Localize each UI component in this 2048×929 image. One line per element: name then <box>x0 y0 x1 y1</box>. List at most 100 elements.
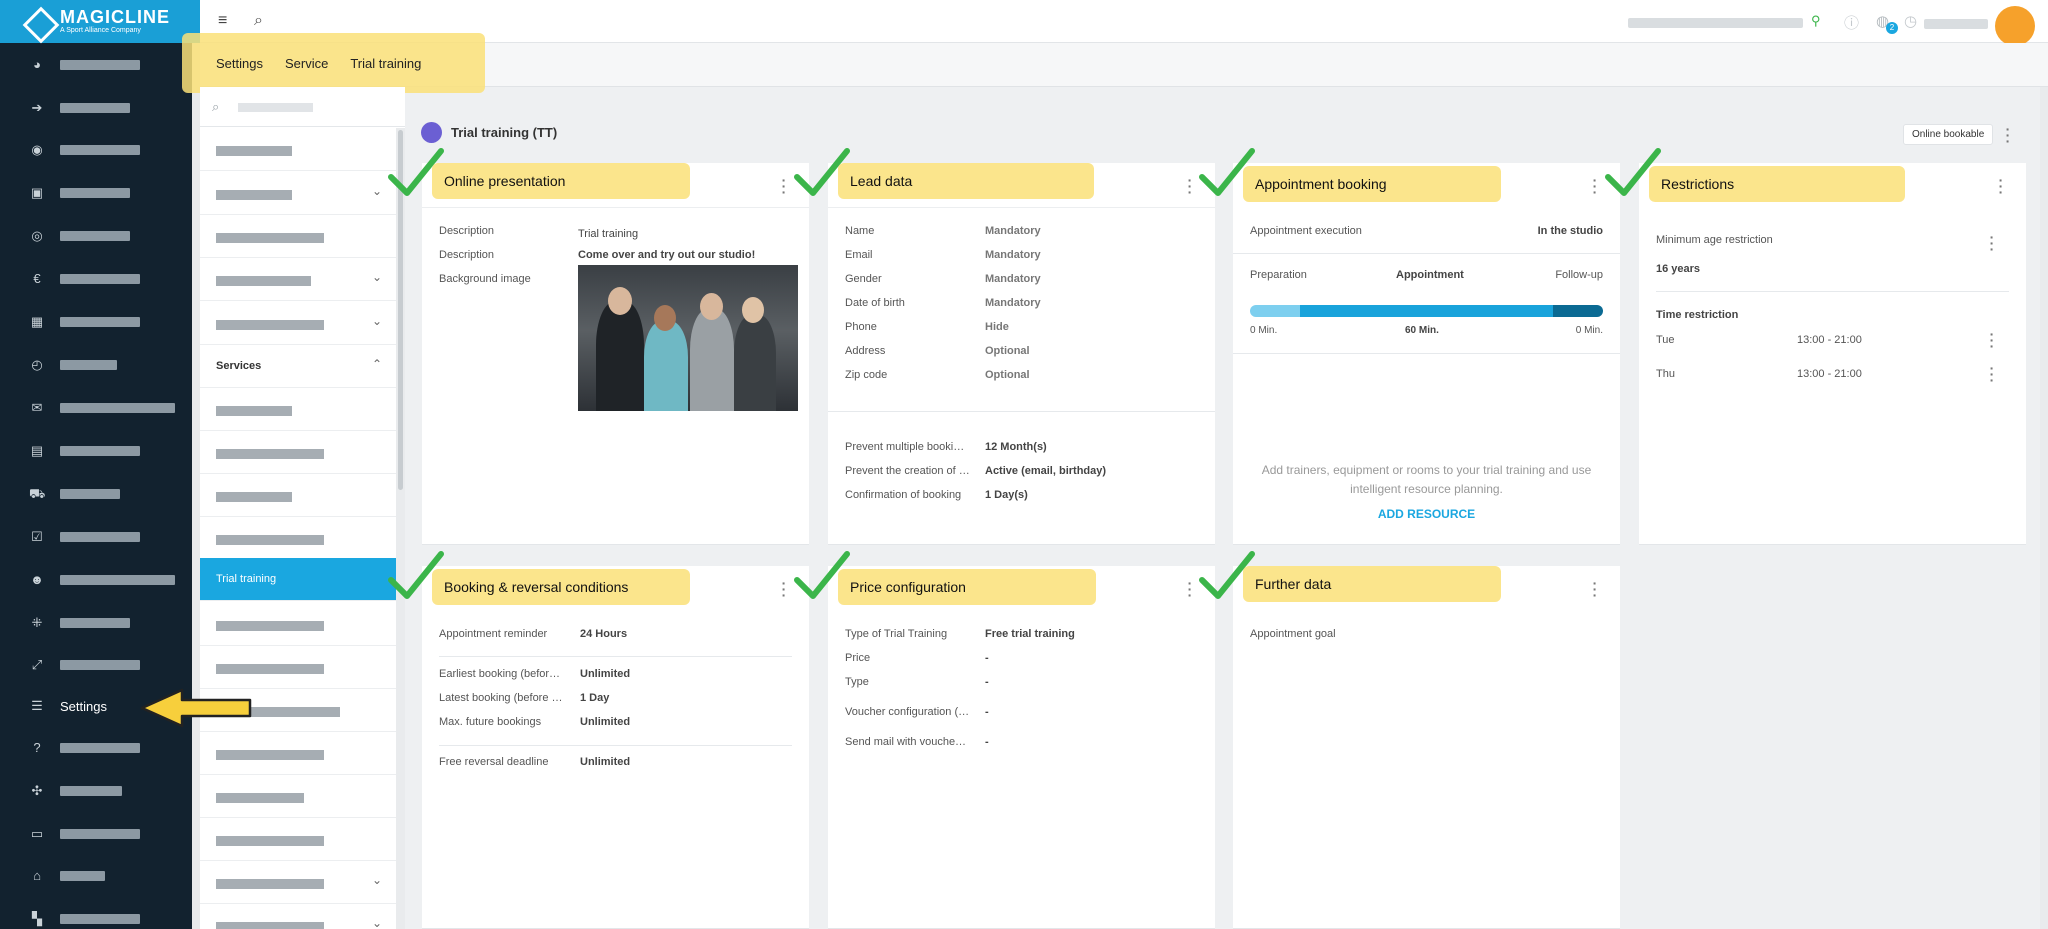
row-label: Background image <box>439 273 531 285</box>
sliders-icon: ☰ <box>31 698 43 713</box>
time-kebab-icon[interactable]: · · · <box>1989 361 1995 387</box>
row-value: - <box>985 652 989 664</box>
page-kebab-icon[interactable]: · · · <box>2005 122 2011 148</box>
trial-training-label: Trial training <box>216 573 277 585</box>
subnav-search[interactable]: ⌕ <box>200 87 405 127</box>
subnav-item[interactable] <box>200 603 396 646</box>
appointment-goal-label: Appointment goal <box>1250 628 1336 640</box>
row-label: Address <box>845 345 886 357</box>
nav-item-calendar[interactable]: ▦ <box>0 307 192 337</box>
subnav-item[interactable] <box>200 474 396 517</box>
subnav-section-services[interactable]: Services ⌃ <box>200 345 396 388</box>
phase-value-follow-up: 0 Min. <box>1575 325 1603 336</box>
chevron-down-icon[interactable]: ⌄ <box>372 873 382 887</box>
chevron-up-icon[interactable]: ⌃ <box>372 357 382 371</box>
nav-item-groups[interactable]: ☻ <box>0 565 192 595</box>
subnav-item[interactable] <box>200 732 396 775</box>
nav-item-tasks[interactable]: ☑ <box>0 522 192 552</box>
subnav-item[interactable] <box>200 775 396 818</box>
nav-item-messages[interactable]: ✉ <box>0 393 192 423</box>
nav-scrollbar[interactable] <box>192 43 200 929</box>
nav-item-contracts[interactable]: ▣ <box>0 178 192 208</box>
nav-item-finance[interactable]: € <box>0 264 192 294</box>
breadcrumb-item-service[interactable]: Service <box>285 56 328 71</box>
clock-icon[interactable]: ◷ <box>1904 12 1917 30</box>
nav-item-apps[interactable]: ⁜ <box>0 608 192 638</box>
subnav-item[interactable]: ⌄ <box>200 904 396 929</box>
services-section-label: Services <box>216 360 262 372</box>
chevron-down-icon[interactable]: ⌄ <box>372 184 382 198</box>
row-value: Active (email, birthday) <box>985 465 1107 477</box>
chevron-down-icon[interactable]: ⌄ <box>372 270 382 284</box>
card-kebab-icon[interactable]: · · · <box>1998 173 2004 199</box>
subnav-item[interactable]: ⌄ <box>200 861 396 904</box>
background-image[interactable] <box>578 265 798 411</box>
nav-item-timer[interactable]: ◴ <box>0 350 192 380</box>
nav-item-help[interactable]: ? <box>0 733 192 763</box>
subnav-item[interactable] <box>200 388 396 431</box>
row-value: - <box>985 676 989 688</box>
row-value: Unlimited <box>580 756 631 768</box>
card-kebab-icon[interactable]: · · · <box>1187 173 1193 199</box>
row-value: Unlimited <box>580 716 631 728</box>
row-label: Prevent multiple booki… <box>845 441 965 453</box>
subnav-item[interactable] <box>200 646 396 689</box>
nav-item-members[interactable]: ◉ <box>0 135 192 165</box>
card-kebab-icon[interactable]: · · · <box>781 576 787 602</box>
card-title: Appointment booking <box>1243 166 1501 202</box>
brand-logo[interactable]: MAGICLINE A Sport Alliance Company <box>0 0 200 43</box>
subnav-item[interactable] <box>200 128 396 171</box>
subnav-item[interactable]: ⌄ <box>200 258 396 301</box>
row-label: Voucher configuration (… <box>845 706 970 718</box>
nav-item-shop[interactable]: ⛟ <box>0 479 192 509</box>
card-kebab-icon[interactable]: · · · <box>1187 576 1193 602</box>
search-icon[interactable]: ⌕ <box>254 12 263 30</box>
row-label: Description <box>439 249 495 261</box>
card-online-presentation: Online presentation · · · Description Tria… <box>388 148 809 545</box>
nav-item-modules[interactable]: ▚ <box>0 904 192 929</box>
subnav-item[interactable]: ⌄ <box>200 172 396 215</box>
row-label: Latest booking (before … <box>439 692 563 704</box>
min-age-kebab-icon[interactable]: · · · <box>1989 230 1995 256</box>
subnav-item[interactable] <box>200 215 396 258</box>
subnav-item[interactable] <box>200 818 396 861</box>
breadcrumb-item-trial-training[interactable]: Trial training <box>350 56 421 71</box>
card-title: Further data <box>1243 566 1501 602</box>
add-resource-button[interactable]: ADD RESOURCE <box>1233 507 1620 521</box>
nav-item-integrations[interactable]: ⤢ <box>0 650 192 680</box>
nav-item-checkin[interactable]: ➔ <box>0 93 192 123</box>
card-kebab-icon[interactable]: · · · <box>781 173 787 199</box>
row-label: Send mail with vouche… <box>845 736 967 748</box>
card-kebab-icon[interactable]: · · · <box>1592 576 1598 602</box>
checkin-icon: ➔ <box>31 100 43 115</box>
help-box-icon: ? <box>33 740 41 755</box>
chevron-down-icon[interactable]: ⌄ <box>372 916 382 929</box>
row-label: Confirmation of booking <box>845 489 962 501</box>
card-booking-reversal: Booking & reversal conditions · · · Appoin… <box>388 551 809 929</box>
location-icon[interactable]: ⚲ <box>1811 13 1821 29</box>
nav-item-plugins[interactable]: ✣ <box>0 776 192 806</box>
avatar[interactable] <box>1995 6 2035 46</box>
nav-item-dashboard[interactable]: ◕ <box>0 50 192 80</box>
min-age-label: Minimum age restriction <box>1656 234 1773 246</box>
help-icon[interactable]: ⓘ <box>1844 12 1859 33</box>
time-kebab-icon[interactable]: · · · <box>1989 327 1995 353</box>
nav-item-store[interactable]: ⌂ <box>0 861 192 891</box>
subnav-item[interactable] <box>200 517 396 560</box>
nav-item-analytics[interactable]: ▤ <box>0 436 192 466</box>
row-label: Name <box>845 225 875 237</box>
page-scrollbar[interactable] <box>2040 87 2048 929</box>
nav-item-payments[interactable]: ▭ <box>0 819 192 849</box>
subnav-item[interactable] <box>200 431 396 474</box>
subnav-item[interactable]: ⌄ <box>200 302 396 345</box>
resource-hint: Add trainers, equipment or rooms to your… <box>1261 463 1592 496</box>
breadcrumb: Settings Service Trial training <box>182 33 485 93</box>
card-kebab-icon[interactable]: · · · <box>1592 173 1598 199</box>
phase-bar-preparation <box>1250 305 1301 317</box>
chevron-down-icon[interactable]: ⌄ <box>372 314 382 328</box>
location-placeholder <box>1628 18 1803 28</box>
nav-item-leads[interactable]: ◎ <box>0 221 192 251</box>
menu-icon[interactable]: ≡ <box>218 12 227 30</box>
breadcrumb-item-settings[interactable]: Settings <box>216 56 263 71</box>
subnav-item-trial-training[interactable]: Trial training <box>200 558 396 601</box>
